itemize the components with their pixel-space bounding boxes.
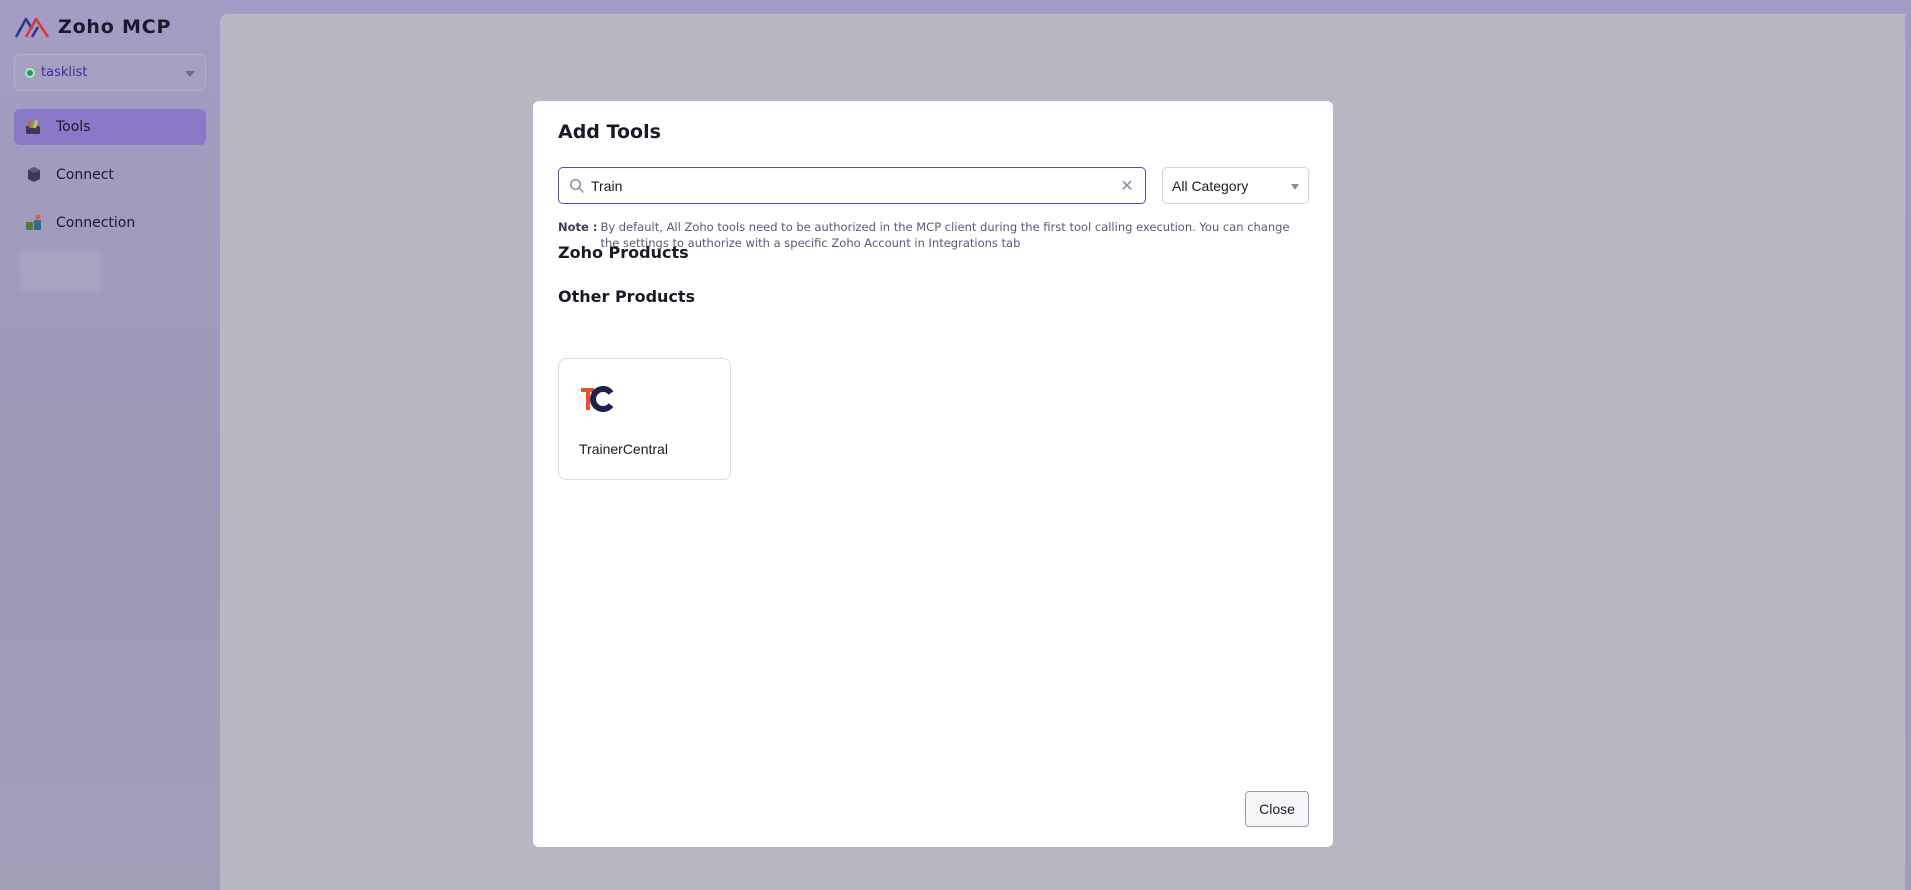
sidebar-nav: Tools Connect Connection xyxy=(14,109,206,253)
tools-icon xyxy=(24,117,44,137)
note-text: By default, All Zoho tools need to be au… xyxy=(600,220,1290,250)
project-status-dot xyxy=(25,67,35,78)
category-dropdown[interactable]: All Category xyxy=(1162,167,1309,204)
search-field[interactable]: ✕ xyxy=(558,167,1146,204)
project-selector[interactable]: tasklist xyxy=(14,54,206,91)
connect-icon xyxy=(24,165,44,185)
sidebar: Zoho MCP tasklist Tools Connect Connecti… xyxy=(0,0,220,890)
product-name: TrainerCentral xyxy=(579,441,668,457)
app-logo: Zoho MCP xyxy=(14,12,171,42)
search-icon xyxy=(569,178,584,193)
connection-icon xyxy=(24,213,44,233)
clear-search-icon[interactable]: ✕ xyxy=(1113,172,1141,200)
section-title-zoho-products: Zoho Products xyxy=(558,243,689,262)
modal-title: Add Tools xyxy=(558,121,661,143)
sidebar-item-connect[interactable]: Connect xyxy=(14,157,206,193)
trainercentral-logo-icon xyxy=(581,386,614,412)
sidebar-item-label: Connect xyxy=(56,167,114,183)
close-button[interactable]: Close xyxy=(1245,791,1309,827)
zoho-mcp-logo-icon xyxy=(14,17,50,38)
chevron-down-icon xyxy=(1291,184,1299,190)
sidebar-item-connection[interactable]: Connection xyxy=(14,205,206,241)
add-tools-modal: Add Tools ✕ All Category Note : By defau… xyxy=(533,101,1333,847)
product-card-trainercentral[interactable]: TrainerCentral xyxy=(558,358,731,480)
sidebar-item-tools[interactable]: Tools xyxy=(14,109,206,145)
category-selected-value: All Category xyxy=(1172,177,1249,194)
loading-placeholder xyxy=(20,250,102,292)
search-input[interactable] xyxy=(591,177,1113,194)
app-brand-name: Zoho MCP xyxy=(58,16,172,38)
section-title-other-products: Other Products xyxy=(558,287,696,306)
sidebar-item-label: Connection xyxy=(56,215,136,231)
chevron-down-icon xyxy=(185,71,195,77)
sidebar-item-label: Tools xyxy=(56,119,91,135)
project-name: tasklist xyxy=(41,65,88,80)
